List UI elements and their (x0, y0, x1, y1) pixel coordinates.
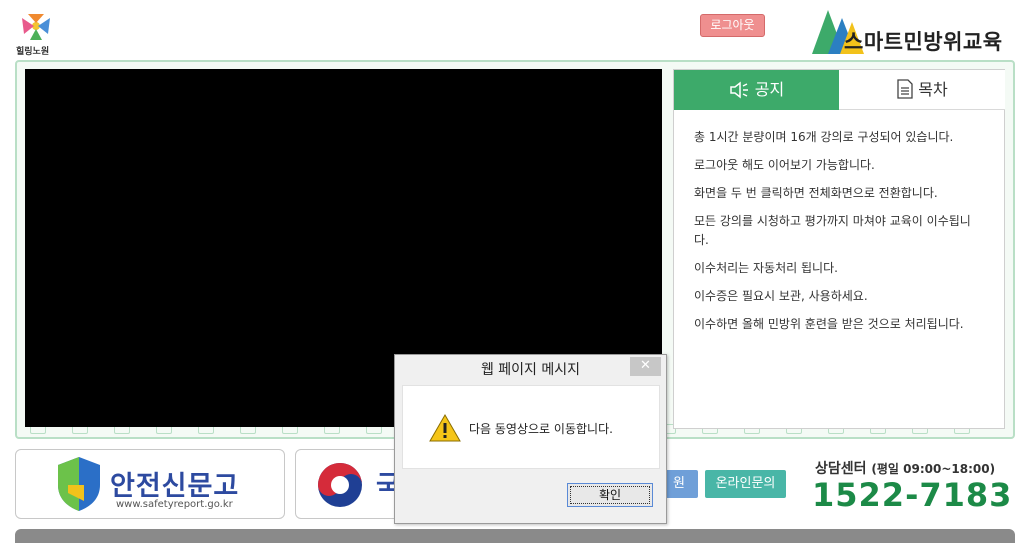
tab-toc[interactable]: 목차 (839, 70, 1005, 110)
safety-report-banner[interactable]: 안전신문고 www.safetyreport.go.kr (15, 449, 285, 519)
page: 힐링노원 로그아웃 스마트민방위교육 공지 목차 총 1시간 분량이며 16개 … (0, 0, 1030, 543)
nowon-logo-icon (22, 14, 50, 40)
list-item: 이수증은 필요시 보관, 사용하세요. (694, 289, 868, 303)
brand-logo: 스마트민방위교육 (812, 8, 1022, 56)
shield-icon (58, 457, 100, 511)
logo-text: 힐링노원 (16, 47, 50, 57)
tab-notice[interactable]: 공지 (674, 70, 839, 110)
dialog-close-button[interactable]: ✕ (630, 357, 661, 376)
consult-label: 상담센터 (평일 09:00~18:00) (815, 458, 995, 478)
taegeuk-icon (318, 463, 362, 507)
notice-list: 총 1시간 분량이며 16개 강의로 구성되어 있습니다. 로그아웃 해도 이어… (694, 128, 984, 343)
speaker-icon (730, 81, 748, 99)
consult-hours: (평일 09:00~18:00) (871, 462, 996, 476)
warning-icon (429, 414, 461, 442)
list-item: 이수하면 올해 민방위 훈련을 받은 것으로 처리됩니다. (694, 317, 964, 331)
document-icon (897, 79, 913, 99)
list-item: 로그아웃 해도 이어보기 가능합니다. (694, 158, 875, 172)
brand-title: 스마트민방위교육 (844, 30, 1003, 54)
list-item: 화면을 두 번 클릭하면 전체화면으로 전환합니다. (694, 186, 938, 200)
list-item: 이수처리는 자동처리 됩니다. (694, 261, 838, 275)
tab-notice-label: 공지 (754, 80, 785, 99)
dialog-message: 다음 동영상으로 이동합니다. (469, 422, 613, 436)
list-item: 모든 강의를 시청하고 평가까지 마쳐야 교육이 이수됩니다. (694, 214, 971, 247)
ok-button[interactable]: 확인 (567, 483, 653, 507)
safety-report-title: 안전신문고 (110, 471, 240, 502)
tab-toc-label: 목차 (918, 80, 948, 99)
consult-title: 상담센터 (815, 461, 867, 477)
info-panel: 공지 목차 총 1시간 분량이며 16개 강의로 구성되어 있습니다. 로그아웃… (673, 69, 1005, 429)
online-inquiry-button[interactable]: 온라인문의 (705, 470, 786, 498)
footer-bar (15, 529, 1015, 543)
dialog-title: 웹 페이지 메시지 (480, 362, 581, 378)
dialog-body: 다음 동영상으로 이동합니다. (402, 385, 660, 469)
consult-phone: 1522-7183 (812, 476, 1013, 514)
safety-report-url: www.safetyreport.go.kr (116, 499, 233, 510)
list-item: 총 1시간 분량이며 16개 강의로 구성되어 있습니다. (694, 130, 954, 144)
logout-button[interactable]: 로그아웃 (700, 14, 765, 37)
nowon-logo: 힐링노원 (14, 12, 58, 57)
web-page-message-dialog: 웹 페이지 메시지 ✕ 다음 동영상으로 이동합니다. 확인 (394, 354, 667, 524)
